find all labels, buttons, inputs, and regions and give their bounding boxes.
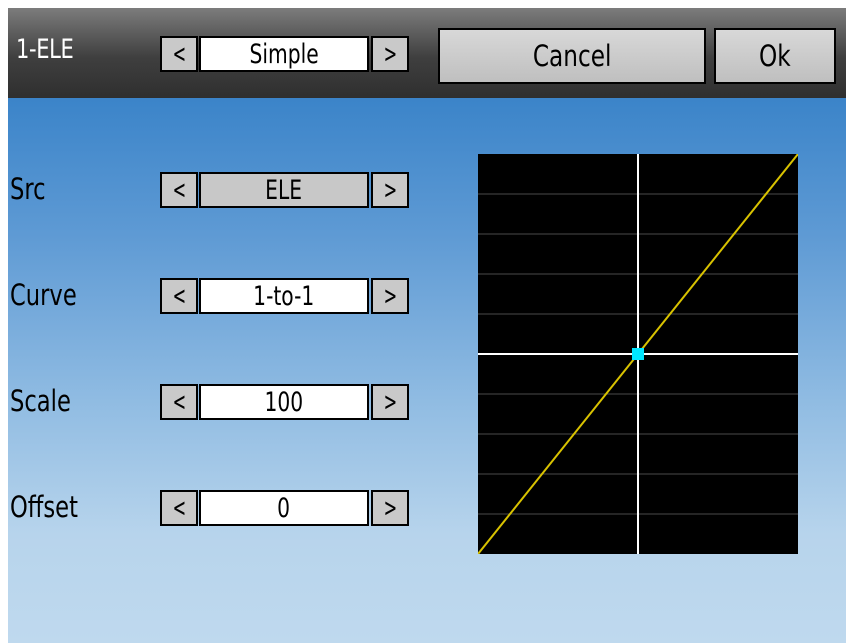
curve-value: 1-to-1 [253, 280, 315, 312]
chevron-right-icon: > [384, 173, 396, 206]
page-title: 1-ELE [16, 34, 74, 65]
scale-input[interactable]: 100 [199, 384, 369, 420]
src-label: Src [10, 172, 46, 206]
mode-prev-button[interactable]: < [160, 36, 198, 72]
offset-next-button[interactable]: > [371, 490, 409, 526]
offset-value: 0 [277, 492, 291, 524]
cancel-button-label: Cancel [532, 39, 612, 73]
curve-prev-button[interactable]: < [160, 278, 198, 314]
chevron-right-icon: > [384, 37, 396, 70]
curve-select[interactable]: 1-to-1 [199, 278, 369, 314]
mode-select[interactable]: Simple [199, 36, 369, 72]
scale-value: 100 [264, 386, 304, 418]
curve-graph [478, 154, 798, 554]
header-bar: 1-ELE < Simple > Cancel Ok [8, 8, 846, 98]
offset-input[interactable]: 0 [199, 490, 369, 526]
src-prev-button[interactable]: < [160, 172, 198, 208]
cancel-button[interactable]: Cancel [438, 28, 706, 84]
chevron-left-icon: < [173, 385, 185, 418]
chevron-left-icon: < [173, 173, 185, 206]
src-value: ELE [265, 174, 303, 206]
chevron-right-icon: > [384, 491, 396, 524]
chevron-right-icon: > [384, 385, 396, 418]
mode-value: Simple [249, 38, 319, 70]
ok-button[interactable]: Ok [714, 28, 836, 84]
offset-label: Offset [10, 490, 78, 524]
offset-prev-button[interactable]: < [160, 490, 198, 526]
chevron-right-icon: > [384, 279, 396, 312]
mixer-editor-screen: 1-ELE < Simple > Cancel Ok Src < ELE > C… [8, 8, 846, 643]
curve-next-button[interactable]: > [371, 278, 409, 314]
src-select[interactable]: ELE [199, 172, 369, 208]
chevron-left-icon: < [173, 37, 185, 70]
scale-label: Scale [10, 384, 71, 418]
curve-label: Curve [10, 278, 77, 312]
src-next-button[interactable]: > [371, 172, 409, 208]
ok-button-label: Ok [759, 39, 791, 73]
chevron-left-icon: < [173, 279, 185, 312]
scale-next-button[interactable]: > [371, 384, 409, 420]
chevron-left-icon: < [173, 491, 185, 524]
current-position-marker [632, 348, 644, 360]
mode-next-button[interactable]: > [371, 36, 409, 72]
scale-prev-button[interactable]: < [160, 384, 198, 420]
